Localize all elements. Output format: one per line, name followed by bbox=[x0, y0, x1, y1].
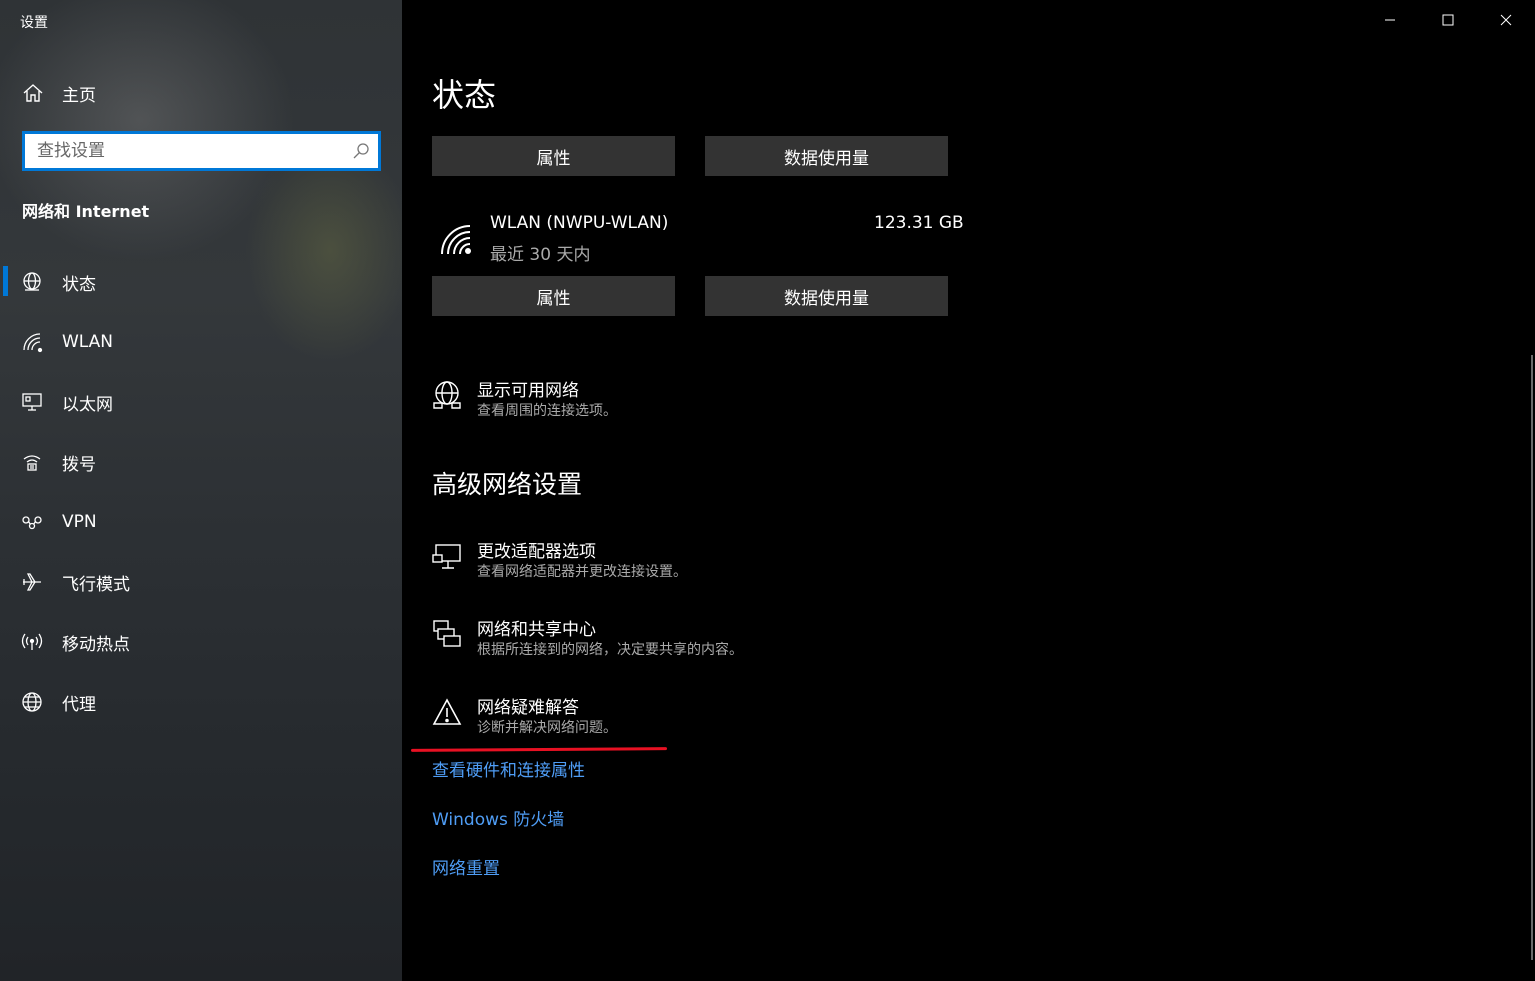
home-nav-item[interactable]: 主页 bbox=[20, 78, 96, 108]
data-usage-button-top[interactable]: 数据使用量 bbox=[705, 136, 948, 176]
connection-period: 最近 30 天内 bbox=[490, 245, 591, 265]
sidebar-item-label: 移动热点 bbox=[62, 634, 130, 655]
wifi-icon bbox=[20, 330, 44, 354]
hotspot-icon bbox=[20, 630, 44, 654]
connection-name: WLAN (NWPU-WLAN) bbox=[490, 213, 669, 233]
maximize-button[interactable] bbox=[1419, 0, 1477, 40]
adapter-options-title: 更改适配器选项 bbox=[477, 542, 596, 562]
network-reset-link[interactable]: 网络重置 bbox=[432, 854, 500, 879]
adapter-options-desc: 查看网络适配器并更改连接设置。 bbox=[477, 564, 687, 580]
sidebar-item-label: 代理 bbox=[62, 694, 96, 715]
sidebar-item-label: 以太网 bbox=[62, 394, 113, 415]
globe-icon bbox=[20, 690, 44, 714]
airplane-icon bbox=[20, 570, 44, 594]
troubleshooter-desc: 诊断并解决网络问题。 bbox=[477, 720, 617, 736]
window-controls bbox=[1361, 0, 1535, 40]
properties-button-top[interactable]: 属性 bbox=[432, 136, 675, 176]
sidebar: 设置 主页 网络和 Internet 状态 bbox=[0, 0, 402, 981]
home-icon bbox=[20, 80, 46, 106]
sidebar-item-label: 拨号 bbox=[62, 454, 96, 475]
adapter-icon bbox=[432, 541, 462, 571]
dialup-icon bbox=[20, 450, 44, 474]
close-button[interactable] bbox=[1477, 0, 1535, 40]
hardware-properties-link[interactable]: 查看硬件和连接属性 bbox=[432, 756, 585, 781]
search-icon[interactable] bbox=[352, 142, 370, 160]
globe-network-icon bbox=[432, 380, 462, 410]
show-networks-desc: 查看周围的连接选项。 bbox=[477, 403, 617, 419]
maximize-icon bbox=[1442, 14, 1454, 26]
sharing-center-desc: 根据所连接到的网络，决定要共享的内容。 bbox=[477, 642, 743, 658]
scrollbar[interactable] bbox=[1531, 355, 1533, 960]
data-usage-button[interactable]: 数据使用量 bbox=[705, 276, 948, 316]
sidebar-item-label: 飞行模式 bbox=[62, 574, 130, 595]
sidebar-item-airplane[interactable]: 飞行模式 bbox=[0, 552, 402, 612]
sidebar-item-label: WLAN bbox=[62, 332, 114, 352]
sharing-center-title: 网络和共享中心 bbox=[477, 620, 596, 640]
sidebar-item-hotspot[interactable]: 移动热点 bbox=[0, 612, 402, 672]
selection-indicator bbox=[3, 266, 8, 296]
sidebar-item-wlan[interactable]: WLAN bbox=[0, 312, 402, 372]
sidebar-item-label: VPN bbox=[62, 512, 97, 532]
red-annotation-underline bbox=[410, 747, 668, 752]
sidebar-nav: 状态 WLAN 以太网 拨号 VPN 飞行模式 移动热点 代理 bbox=[0, 252, 402, 732]
sidebar-item-label: 状态 bbox=[62, 274, 96, 295]
troubleshooter-title: 网络疑难解答 bbox=[477, 698, 579, 718]
sidebar-item-status[interactable]: 状态 bbox=[0, 252, 402, 312]
windows-firewall-link[interactable]: Windows 防火墙 bbox=[432, 805, 564, 830]
close-icon bbox=[1500, 14, 1512, 26]
sharing-center-icon bbox=[432, 619, 462, 649]
warning-icon bbox=[432, 697, 462, 727]
sidebar-item-proxy[interactable]: 代理 bbox=[0, 672, 402, 732]
advanced-heading: 高级网络设置 bbox=[432, 470, 583, 499]
connection-usage: 123.31 GB bbox=[874, 213, 964, 233]
globe-status-icon bbox=[20, 270, 44, 294]
show-networks-title: 显示可用网络 bbox=[477, 381, 579, 401]
properties-button[interactable]: 属性 bbox=[432, 276, 675, 316]
ethernet-icon bbox=[20, 390, 44, 414]
section-title: 网络和 Internet bbox=[22, 202, 150, 221]
sidebar-item-vpn[interactable]: VPN bbox=[0, 492, 402, 552]
search-box[interactable] bbox=[22, 131, 381, 171]
home-label: 主页 bbox=[62, 85, 96, 106]
main-content: 状态 属性 数据使用量 WLAN (NWPU-WLAN) 最近 30 天内 12… bbox=[402, 0, 1535, 981]
window-title: 设置 bbox=[20, 15, 48, 31]
page-title: 状态 bbox=[432, 76, 497, 114]
sidebar-item-dialup[interactable]: 拨号 bbox=[0, 432, 402, 492]
search-input[interactable] bbox=[25, 134, 347, 168]
vpn-icon bbox=[20, 510, 44, 534]
minimize-button[interactable] bbox=[1361, 0, 1419, 40]
wifi-signal-icon bbox=[438, 220, 474, 256]
sidebar-item-ethernet[interactable]: 以太网 bbox=[0, 372, 402, 432]
minimize-icon bbox=[1385, 19, 1395, 21]
